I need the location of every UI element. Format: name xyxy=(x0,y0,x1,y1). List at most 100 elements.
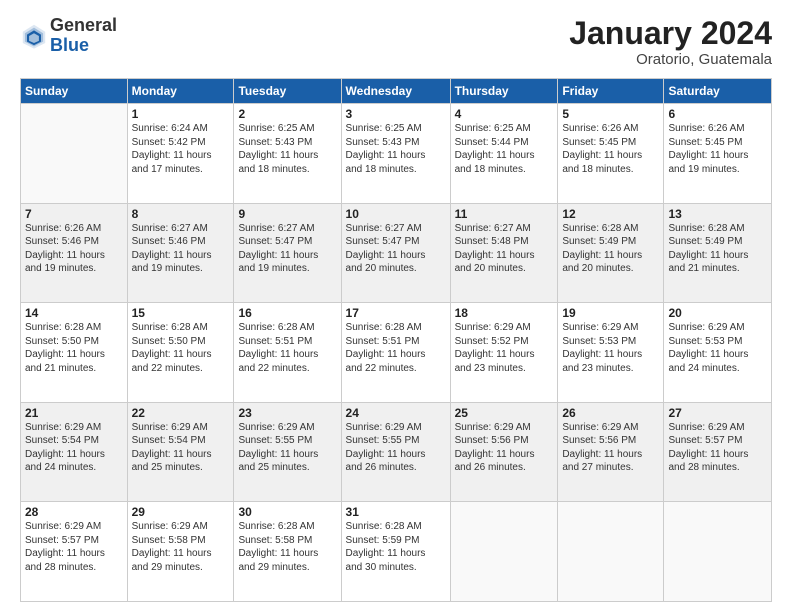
day-info: Sunrise: 6:28 AM Sunset: 5:49 PM Dayligh… xyxy=(668,222,767,276)
day-info: Sunrise: 6:25 AM Sunset: 5:43 PM Dayligh… xyxy=(238,122,336,176)
table-row: 2Sunrise: 6:25 AM Sunset: 5:43 PM Daylig… xyxy=(234,104,341,204)
day-number: 12 xyxy=(562,207,659,221)
calendar-week-row: 21 Sunrise: 6:29 AM Sunset: 5:54 PM Dayli… xyxy=(21,402,772,502)
day-number: 21 xyxy=(25,406,123,420)
day-info: Sunrise: 6:27 AM Sunset: 5:46 PM Dayligh… xyxy=(132,222,230,276)
day-number: 30 xyxy=(238,505,336,519)
table-row: 24Sunrise: 6:29 AM Sunset: 5:55 PM Dayli… xyxy=(341,402,450,502)
day-info: Sunrise: 6:28 AM Sunset: 5:49 PM Dayligh… xyxy=(562,222,659,276)
table-row: 19Sunrise: 6:29 AM Sunset: 5:53 PM Dayli… xyxy=(558,303,664,403)
day-number: 26 xyxy=(562,406,659,420)
table-row: 13Sunrise: 6:28 AM Sunset: 5:49 PM Dayli… xyxy=(664,203,772,303)
table-row: 25Sunrise: 6:29 AM Sunset: 5:56 PM Dayli… xyxy=(450,402,558,502)
header-tuesday: Tuesday xyxy=(234,79,341,104)
table-row: 28Sunrise: 6:29 AM Sunset: 5:57 PM Dayli… xyxy=(21,502,128,602)
day-number: 11 xyxy=(455,207,554,221)
day-info: Sunrise: 6:28 AM Sunset: 5:51 PM Dayligh… xyxy=(346,321,446,375)
day-info: Sunrise: 6:28 AM Sunset: 5:51 PM Dayligh… xyxy=(238,321,336,375)
logo-text: General Blue xyxy=(50,16,117,56)
day-info: Sunrise: 6:28 AM Sunset: 5:50 PM Dayligh… xyxy=(132,321,230,375)
day-number: 29 xyxy=(132,505,230,519)
table-row: 11Sunrise: 6:27 AM Sunset: 5:48 PM Dayli… xyxy=(450,203,558,303)
day-number: 28 xyxy=(25,505,123,519)
day-number: 8 xyxy=(132,207,230,221)
day-info: Sunrise: 6:24 AM Sunset: 5:42 PM Dayligh… xyxy=(132,122,230,176)
header-sunday: Sunday xyxy=(21,79,128,104)
table-row xyxy=(558,502,664,602)
table-row: 29Sunrise: 6:29 AM Sunset: 5:58 PM Dayli… xyxy=(127,502,234,602)
day-info: Sunrise: 6:29 AM Sunset: 5:53 PM Dayligh… xyxy=(562,321,659,375)
table-row xyxy=(450,502,558,602)
table-row: 1Sunrise: 6:24 AM Sunset: 5:42 PM Daylig… xyxy=(127,104,234,204)
table-row: 10Sunrise: 6:27 AM Sunset: 5:47 PM Dayli… xyxy=(341,203,450,303)
month-title: January 2024 xyxy=(569,16,772,51)
table-row: 7Sunrise: 6:26 AM Sunset: 5:46 PM Daylig… xyxy=(21,203,128,303)
day-number: 4 xyxy=(455,107,554,121)
day-info: Sunrise: 6:28 AM Sunset: 5:50 PM Dayligh… xyxy=(25,321,123,375)
header-friday: Friday xyxy=(558,79,664,104)
day-info: Sunrise: 6:27 AM Sunset: 5:47 PM Dayligh… xyxy=(346,222,446,276)
table-row: 8Sunrise: 6:27 AM Sunset: 5:46 PM Daylig… xyxy=(127,203,234,303)
day-info: Sunrise: 6:26 AM Sunset: 5:45 PM Dayligh… xyxy=(562,122,659,176)
logo: General Blue xyxy=(20,16,117,56)
day-info: Sunrise: 6:29 AM Sunset: 5:53 PM Dayligh… xyxy=(668,321,767,375)
day-number: 9 xyxy=(238,207,336,221)
header-thursday: Thursday xyxy=(450,79,558,104)
day-number: 13 xyxy=(668,207,767,221)
day-number: 2 xyxy=(238,107,336,121)
day-number: 27 xyxy=(668,406,767,420)
day-number: 15 xyxy=(132,306,230,320)
day-number: 7 xyxy=(25,207,123,221)
day-number: 24 xyxy=(346,406,446,420)
header-monday: Monday xyxy=(127,79,234,104)
logo-general-text: General xyxy=(50,16,117,36)
table-row: 31Sunrise: 6:28 AM Sunset: 5:59 PM Dayli… xyxy=(341,502,450,602)
logo-blue-text: Blue xyxy=(50,36,117,56)
day-info: Sunrise: 6:29 AM Sunset: 5:54 PM Dayligh… xyxy=(132,421,230,475)
table-row: 30Sunrise: 6:28 AM Sunset: 5:58 PM Dayli… xyxy=(234,502,341,602)
table-row xyxy=(664,502,772,602)
day-number: 14 xyxy=(25,306,123,320)
table-row: 6Sunrise: 6:26 AM Sunset: 5:45 PM Daylig… xyxy=(664,104,772,204)
day-info: Sunrise: 6:26 AM Sunset: 5:45 PM Dayligh… xyxy=(668,122,767,176)
table-row: 26Sunrise: 6:29 AM Sunset: 5:56 PM Dayli… xyxy=(558,402,664,502)
day-number: 25 xyxy=(455,406,554,420)
day-number: 16 xyxy=(238,306,336,320)
weekday-header-row: Sunday Monday Tuesday Wednesday Thursday… xyxy=(21,79,772,104)
table-row: 5Sunrise: 6:26 AM Sunset: 5:45 PM Daylig… xyxy=(558,104,664,204)
title-area: January 2024 Oratorio, Guatemala xyxy=(569,16,772,68)
day-number: 1 xyxy=(132,107,230,121)
day-info: Sunrise: 6:29 AM Sunset: 5:55 PM Dayligh… xyxy=(238,421,336,475)
table-row: 15Sunrise: 6:28 AM Sunset: 5:50 PM Dayli… xyxy=(127,303,234,403)
day-number: 31 xyxy=(346,505,446,519)
table-row xyxy=(21,104,128,204)
generalblue-icon xyxy=(20,22,48,50)
day-number: 10 xyxy=(346,207,446,221)
header-saturday: Saturday xyxy=(664,79,772,104)
day-number: 18 xyxy=(455,306,554,320)
day-info: Sunrise: 6:28 AM Sunset: 5:59 PM Dayligh… xyxy=(346,520,446,574)
day-info: Sunrise: 6:29 AM Sunset: 5:57 PM Dayligh… xyxy=(668,421,767,475)
table-row: 9Sunrise: 6:27 AM Sunset: 5:47 PM Daylig… xyxy=(234,203,341,303)
day-info: Sunrise: 6:29 AM Sunset: 5:58 PM Dayligh… xyxy=(132,520,230,574)
table-row: 27Sunrise: 6:29 AM Sunset: 5:57 PM Dayli… xyxy=(664,402,772,502)
day-info: Sunrise: 6:29 AM Sunset: 5:52 PM Dayligh… xyxy=(455,321,554,375)
header-wednesday: Wednesday xyxy=(341,79,450,104)
calendar-week-row: 14Sunrise: 6:28 AM Sunset: 5:50 PM Dayli… xyxy=(21,303,772,403)
calendar-week-row: 28Sunrise: 6:29 AM Sunset: 5:57 PM Dayli… xyxy=(21,502,772,602)
day-info: Sunrise: 6:26 AM Sunset: 5:46 PM Dayligh… xyxy=(25,222,123,276)
table-row: 21Sunrise: 6:29 AM Sunset: 5:54 PM Dayli… xyxy=(21,402,128,502)
day-info: Sunrise: 6:29 AM Sunset: 5:56 PM Dayligh… xyxy=(455,421,554,475)
calendar-week-row: 1Sunrise: 6:24 AM Sunset: 5:42 PM Daylig… xyxy=(21,104,772,204)
table-row: 20Sunrise: 6:29 AM Sunset: 5:53 PM Dayli… xyxy=(664,303,772,403)
table-row: 22Sunrise: 6:29 AM Sunset: 5:54 PM Dayli… xyxy=(127,402,234,502)
day-info: Sunrise: 6:29 AM Sunset: 5:57 PM Dayligh… xyxy=(25,520,123,574)
header: General Blue January 2024 Oratorio, Guat… xyxy=(20,16,772,68)
day-info: Sunrise: 6:25 AM Sunset: 5:44 PM Dayligh… xyxy=(455,122,554,176)
calendar-table: Sunday Monday Tuesday Wednesday Thursday… xyxy=(20,78,772,602)
day-number: 5 xyxy=(562,107,659,121)
day-number: 20 xyxy=(668,306,767,320)
table-row: 18Sunrise: 6:29 AM Sunset: 5:52 PM Dayli… xyxy=(450,303,558,403)
day-number: 19 xyxy=(562,306,659,320)
day-info: Sunrise: 6:29 AM Sunset: 5:56 PM Dayligh… xyxy=(562,421,659,475)
